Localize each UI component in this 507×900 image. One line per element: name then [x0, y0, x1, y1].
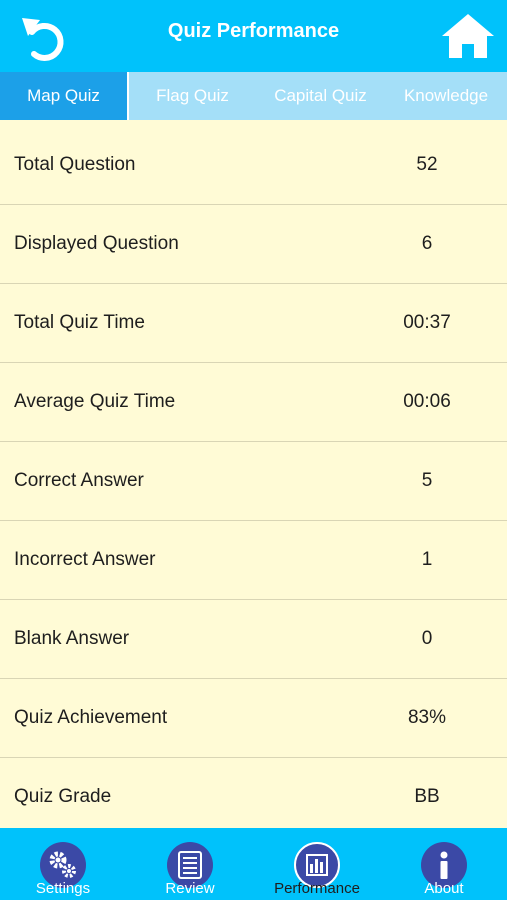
stat-value: 00:06 — [403, 391, 451, 412]
home-icon — [442, 14, 494, 58]
stat-row-quiz-grade: Quiz Grade BB — [0, 758, 507, 837]
stat-value: BB — [414, 786, 440, 807]
stat-row-total-quiz-time: Total Quiz Time 00:37 — [0, 284, 507, 363]
quiz-type-tabs: Map Quiz Flag Quiz Capital Quiz Knowledg… — [0, 72, 507, 120]
stat-label: Total Question — [14, 154, 136, 175]
stat-value: 83% — [407, 707, 447, 728]
stat-label: Correct Answer — [14, 470, 144, 491]
tabbar-label: Review — [165, 880, 215, 897]
stat-label: Displayed Question — [14, 233, 179, 254]
home-button[interactable] — [440, 12, 496, 60]
stat-value: 6 — [421, 233, 433, 254]
tabbar-item-settings[interactable]: Settings — [0, 828, 126, 900]
stat-value: 52 — [416, 154, 438, 175]
stat-row-displayed-question: Displayed Question 6 — [0, 205, 507, 284]
stat-label: Quiz Achievement — [14, 707, 168, 728]
stat-row-average-quiz-time: Average Quiz Time 00:06 — [0, 363, 507, 442]
tabbar-label: Performance — [274, 880, 360, 897]
tab-map-quiz[interactable]: Map Quiz — [0, 72, 129, 120]
stat-row-blank-answer: Blank Answer 0 — [0, 600, 507, 679]
stat-value: 0 — [421, 628, 433, 649]
tabbar-item-about[interactable]: About — [381, 828, 507, 900]
tabbar-item-performance[interactable]: Performance — [254, 828, 380, 900]
stat-row-quiz-achievement: Quiz Achievement 83% — [0, 679, 507, 758]
stat-label: Blank Answer — [14, 628, 130, 649]
top-navigation-bar: Quiz Performance — [0, 0, 507, 72]
stat-row-correct-answer: Correct Answer 5 — [0, 442, 507, 521]
bottom-tab-bar: Settings Review Performance About — [0, 828, 507, 900]
tabbar-item-review[interactable]: Review — [127, 828, 253, 900]
page-title: Quiz Performance — [167, 20, 340, 42]
stat-value: 5 — [421, 470, 433, 491]
stat-label: Quiz Grade — [14, 786, 112, 807]
stat-label: Average Quiz Time — [14, 391, 176, 412]
tabbar-label: About — [424, 880, 464, 897]
stat-row-incorrect-answer: Incorrect Answer 1 — [0, 521, 507, 600]
stat-value: 1 — [421, 549, 433, 570]
stat-label: Incorrect Answer — [14, 549, 156, 570]
tab-flag-quiz[interactable]: Flag Quiz — [129, 72, 256, 120]
stat-row-total-question: Total Question 52 — [0, 126, 507, 205]
stat-label: Total Quiz Time — [14, 312, 145, 333]
tabbar-label: Settings — [35, 880, 91, 897]
tab-knowledge[interactable]: Knowledge — [385, 72, 507, 120]
performance-stats-list: Total Question 52 Displayed Question 6 T… — [0, 126, 507, 837]
stat-value: 00:37 — [403, 312, 451, 333]
tab-capital-quiz[interactable]: Capital Quiz — [256, 72, 385, 120]
